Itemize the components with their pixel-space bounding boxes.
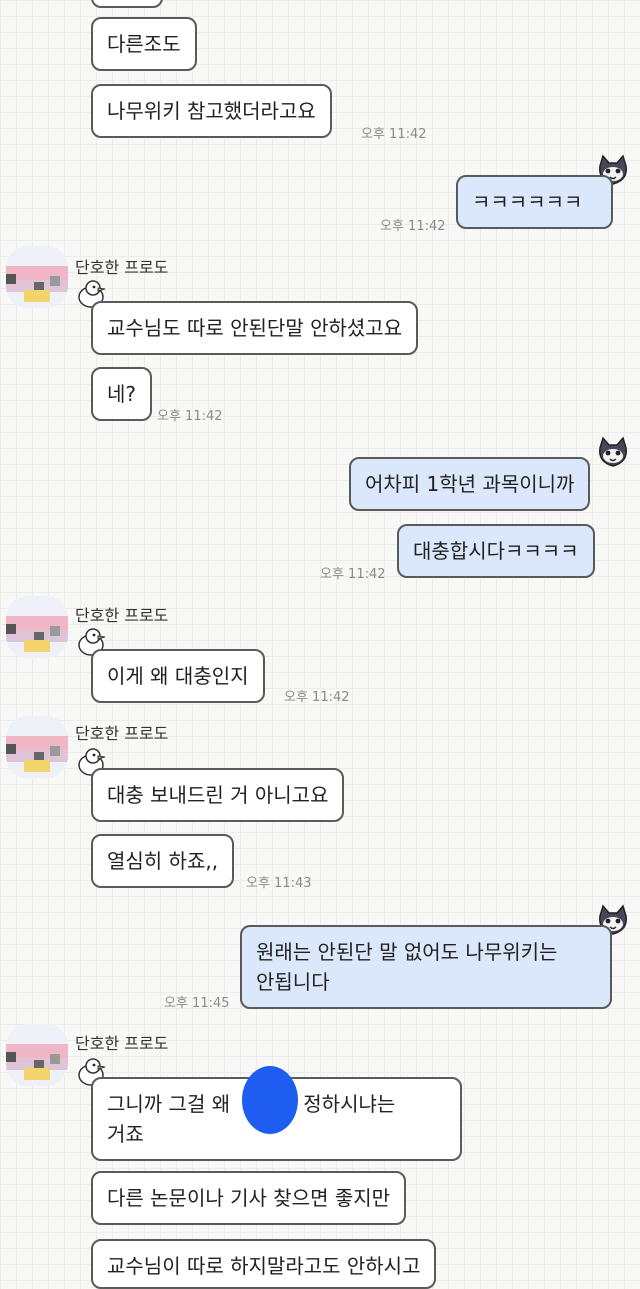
message-text: 교수님도 따로 안된단말 안하셨고요	[107, 316, 403, 340]
message-text: 나무위키 참고했더라고요	[107, 99, 316, 123]
message-text: 교수님이 따로 하지말라고도 안하시고	[107, 1254, 421, 1278]
message-bubble[interactable]: 교수님이 따로 하지말라고도 안하시고	[91, 1239, 437, 1289]
message-time: 오후 11:45	[164, 996, 230, 1011]
message-time: 오후 11:42	[361, 127, 427, 142]
message-time: 오후 11:43	[246, 876, 312, 891]
censor-blot	[242, 1066, 298, 1134]
sender-name: 단호한 프로도	[75, 258, 169, 277]
message-text: 대충 보내드린 거 아니고요	[107, 783, 329, 807]
message-time: 오후 11:42	[320, 567, 386, 582]
avatar[interactable]	[6, 246, 68, 308]
message-bubble[interactable]: 원래는 안된단 말 없어도 나무위키는 안됩니다	[240, 925, 612, 1009]
sender-name: 단호한 프로도	[75, 1034, 169, 1053]
message-bubble[interactable]: 어차피 1학년 과목이니까	[349, 457, 591, 511]
message-text: 열심히 하죠,,	[107, 849, 219, 873]
message-time: 오후 11:42	[157, 409, 223, 424]
cat-sticker-icon	[596, 436, 630, 474]
message-text: 다른조도	[107, 32, 181, 56]
message-text: 다른 논문이나 기사 찾으면 좋지만	[107, 1186, 391, 1210]
message-bubble[interactable]: 다른 논문이나 기사 찾으면 좋지만	[91, 1171, 407, 1225]
message-text-part: 그니까 그걸 왜	[107, 1092, 231, 1116]
message-text: 이게 왜 대충인지	[107, 664, 249, 688]
message-bubble[interactable]: 대충합시다ㅋㅋㅋㅋ	[397, 524, 595, 578]
message-text: 네?	[107, 382, 137, 406]
message-bubble[interactable]: 열심히 하죠,,	[91, 834, 235, 888]
message-time: 오후 11:42	[284, 690, 350, 705]
avatar[interactable]	[6, 596, 68, 658]
message-text: 대충합시다ㅋㅋㅋㅋ	[413, 539, 579, 563]
avatar[interactable]	[6, 716, 68, 778]
message-text-line: 원래는 안된단 말 없어도 나무위키는	[256, 940, 558, 964]
message-bubble	[91, 0, 163, 8]
message-bubble[interactable]: 나무위키 참고했더라고요	[91, 84, 332, 138]
message-bubble[interactable]: ㅋㅋㅋㅋㅋㅋ	[456, 175, 613, 229]
message-bubble[interactable]: 다른조도	[91, 17, 197, 71]
avatar[interactable]	[6, 1024, 68, 1086]
message-bubble[interactable]: 교수님도 따로 안된단말 안하셨고요	[91, 301, 419, 355]
message-bubble[interactable]: 네?	[91, 367, 153, 421]
message-text-line: 안됩니다	[256, 970, 330, 994]
message-time: 오후 11:42	[380, 219, 446, 234]
message-bubble[interactable]: 대충 보내드린 거 아니고요	[91, 768, 345, 822]
sender-name: 단호한 프로도	[75, 724, 169, 743]
message-text: ㅋㅋㅋㅋㅋㅋ	[472, 190, 583, 214]
sender-name: 단호한 프로도	[75, 606, 169, 625]
message-text: 어차피 1학년 과목이니까	[365, 472, 575, 496]
message-bubble[interactable]: 이게 왜 대충인지	[91, 649, 265, 703]
